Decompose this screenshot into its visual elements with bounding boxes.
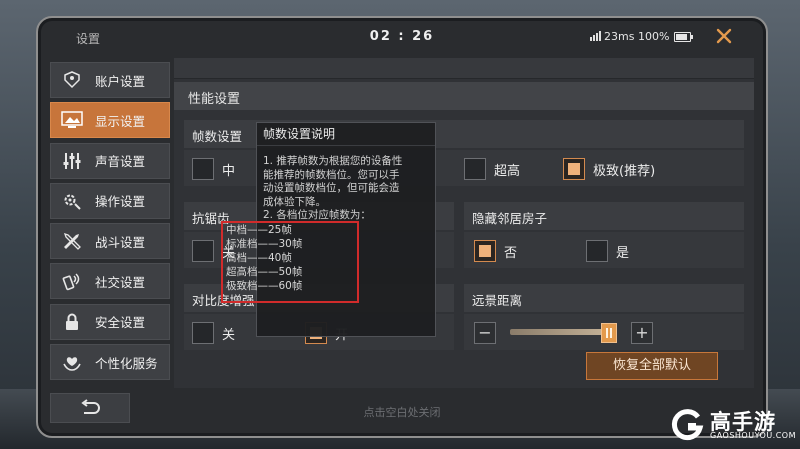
- tooltip-line: 动设置帧数档位，但可能会造: [263, 182, 400, 195]
- battery-percent: 100%: [638, 30, 670, 43]
- sidebar-item-account[interactable]: 账户设置: [50, 62, 170, 98]
- view-distance-slider-thumb[interactable]: [600, 323, 617, 343]
- settings-window: 设置 02 : 26 23ms 100% 账户设置 显示设置 声音设置 操作设置: [36, 16, 768, 438]
- framerate-ultra-label: 超高: [494, 164, 521, 179]
- watermark-logo: 高手游 GAOSHOUYOU.COM: [668, 404, 796, 446]
- sidebar-item-social[interactable]: 社交设置: [50, 263, 170, 300]
- hide-neighbor-row: 隐藏邻居房子: [464, 202, 744, 230]
- hide-neighbor-yes-label: 是: [616, 246, 630, 261]
- contrast-off-label: 关: [222, 328, 236, 343]
- sidebar-item-label: 安全设置: [95, 315, 146, 331]
- social-icon: [61, 270, 83, 292]
- panel-title: 性能设置: [188, 92, 241, 107]
- security-icon: [61, 311, 83, 333]
- framerate-medium-label: 中: [222, 164, 236, 179]
- fps-item: 中档——25帧: [226, 224, 292, 236]
- sidebar-item-label: 社交设置: [95, 274, 146, 290]
- close-icon: [716, 28, 732, 44]
- sound-icon: [61, 150, 83, 172]
- display-icon: [61, 109, 83, 131]
- fps-item: 标准档——30帧: [226, 238, 303, 250]
- view-distance-slider[interactable]: [510, 329, 614, 335]
- close-button[interactable]: [712, 24, 736, 48]
- controls-icon: [61, 190, 83, 212]
- framerate-extreme-label: 极致(推荐): [593, 164, 656, 179]
- framerate-ultra-checkbox[interactable]: [464, 158, 486, 180]
- reset-defaults-button[interactable]: 恢复全部默认: [586, 352, 718, 380]
- hide-neighbor-yes-checkbox[interactable]: [586, 240, 608, 262]
- framerate-medium-checkbox[interactable]: [192, 158, 214, 180]
- panel-header: 性能设置: [174, 82, 754, 110]
- hide-neighbor-label: 隐藏邻居房子: [472, 211, 548, 226]
- sidebar-item-label: 战斗设置: [95, 234, 146, 250]
- tooltip-title: 帧数设置说明: [257, 123, 435, 146]
- sidebar: 账户设置 显示设置 声音设置 操作设置 战斗设置 社交设置 安全设置 个性化服务: [50, 62, 170, 384]
- fps-list-highlight: 中档——25帧 标准档——30帧 高档——40帧 超高档——50帧 极致档——6…: [221, 221, 359, 303]
- hide-neighbor-options: 否 是: [464, 232, 744, 268]
- sidebar-item-controls[interactable]: 操作设置: [50, 182, 170, 219]
- sidebar-item-personalization[interactable]: 个性化服务: [50, 344, 170, 381]
- view-distance-control: − +: [464, 314, 744, 350]
- sidebar-item-label: 显示设置: [95, 113, 146, 129]
- view-distance-minus-button[interactable]: −: [474, 322, 496, 344]
- fps-item: 极致档——60帧: [226, 280, 303, 292]
- view-distance-row: 远景距离: [464, 284, 744, 312]
- sidebar-item-sound[interactable]: 声音设置: [50, 142, 170, 179]
- status-bar: 设置 02 : 26 23ms 100%: [38, 18, 766, 58]
- hide-neighbor-no-label: 否: [504, 246, 518, 261]
- tooltip-line: 能推荐的帧数档位。您可以手: [263, 168, 400, 181]
- fps-item: 高档——40帧: [226, 252, 292, 264]
- contrast-off-checkbox[interactable]: [192, 322, 214, 344]
- panel-top-strip: [174, 58, 754, 79]
- antialias-off-checkbox[interactable]: [192, 240, 214, 262]
- tooltip-line: 成体验下降。: [263, 195, 326, 208]
- close-hint: 点击空白处关闭: [363, 406, 441, 419]
- sidebar-item-label: 账户设置: [95, 73, 146, 89]
- account-icon: [61, 69, 83, 91]
- sidebar-item-label: 个性化服务: [95, 355, 158, 371]
- hide-neighbor-no-checkbox[interactable]: [474, 240, 496, 262]
- sidebar-item-security[interactable]: 安全设置: [50, 303, 170, 340]
- combat-icon: [61, 230, 83, 252]
- tooltip-body: 1. 推荐帧数为根据您的设备性 能推荐的帧数档位。您可以手 动设置帧数档位，但可…: [263, 155, 433, 223]
- personalization-icon: [61, 351, 83, 373]
- sidebar-item-label: 声音设置: [95, 154, 146, 170]
- watermark-site: GAOSHOUYOU.COM: [710, 431, 797, 440]
- view-distance-plus-button[interactable]: +: [631, 322, 653, 344]
- sidebar-item-label: 操作设置: [95, 194, 146, 210]
- sidebar-item-combat[interactable]: 战斗设置: [50, 223, 170, 260]
- battery-icon: [674, 32, 693, 42]
- ping-value: 23ms: [604, 30, 635, 43]
- framerate-label: 帧数设置: [192, 129, 243, 144]
- signal-icon: [590, 31, 602, 41]
- tooltip-line: 1. 推荐帧数为根据您的设备性: [263, 155, 403, 167]
- framerate-extreme-checkbox[interactable]: [563, 158, 585, 180]
- sidebar-item-display[interactable]: 显示设置: [50, 102, 170, 139]
- view-distance-label: 远景距离: [472, 293, 523, 308]
- gaoshouyou-logo-icon: [671, 409, 704, 441]
- fps-item: 超高档——50帧: [226, 266, 303, 278]
